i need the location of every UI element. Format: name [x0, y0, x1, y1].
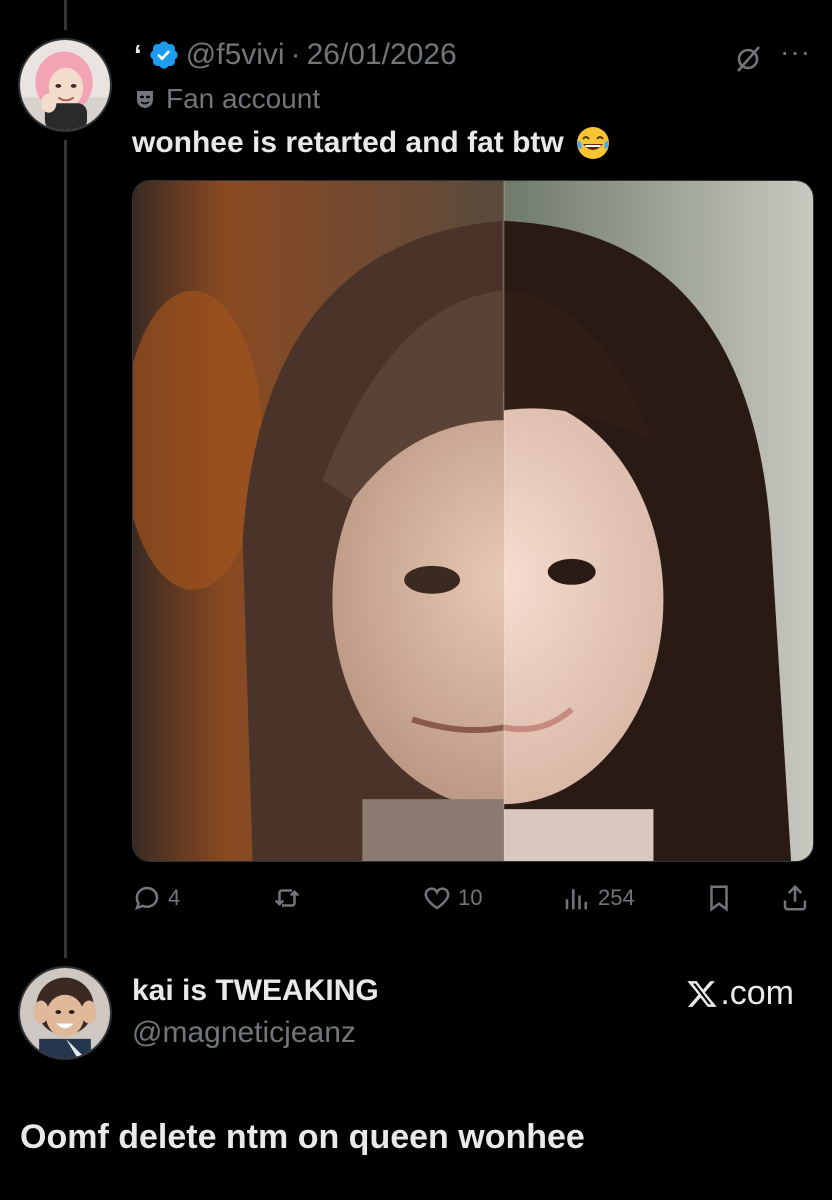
x-brand: .com [686, 974, 794, 1013]
avatar-image [20, 40, 110, 130]
tweet-body: wonhee is retarted and fat btw [132, 126, 564, 159]
author-name[interactable]: ‘ [134, 39, 142, 71]
bookmark-icon [710, 885, 728, 912]
views-icon [565, 889, 587, 910]
repost-icon [274, 889, 300, 907]
author-handle[interactable]: @f5vivi [186, 38, 285, 72]
x-brand-suffix: .com [720, 974, 794, 1012]
separator-dot: · [290, 38, 301, 71]
tweet-date[interactable]: 26/01/2026 [307, 38, 457, 72]
view-count: 254 [598, 885, 635, 910]
tweet-screenshot: ‘ @f5vivi · 26/01/2026 ··· Fan account w… [0, 0, 832, 1200]
thread-line [64, 140, 67, 958]
more-icon[interactable]: ··· [780, 38, 814, 70]
tweet-media-image[interactable] [132, 180, 814, 862]
share-button[interactable] [780, 878, 810, 918]
tweet-text: wonhee is retarted and fat btw [132, 122, 612, 164]
author-handle[interactable]: @magneticjeanz [132, 1016, 356, 1050]
reply-button[interactable]: 4 [132, 878, 180, 918]
tweet-body: Oomf delete ntm on queen wonhee [20, 1118, 585, 1156]
author-name[interactable]: kai is TWEAKING [132, 974, 379, 1008]
label-text: Fan account [166, 83, 321, 114]
x-logo-icon [686, 978, 718, 1010]
laughing-emoji-icon [574, 124, 612, 162]
avatar[interactable] [18, 38, 112, 132]
tweet-actions: 4 10 254 [132, 878, 814, 918]
like-button[interactable]: 10 [422, 878, 482, 918]
avatar-image [20, 968, 110, 1058]
heart-icon [424, 887, 450, 910]
like-count: 10 [458, 885, 483, 910]
share-icon [783, 884, 807, 911]
views-button[interactable]: 254 [562, 878, 635, 918]
tweet-header: ‘ @f5vivi · 26/01/2026 [134, 36, 457, 74]
grok-icon[interactable] [733, 44, 763, 74]
bookmark-button[interactable] [704, 878, 734, 918]
repost-button[interactable] [272, 878, 308, 918]
verified-badge-icon [148, 39, 180, 71]
thread-line-top [64, 0, 67, 30]
account-label: Fan account [134, 82, 320, 116]
reply-icon [134, 886, 159, 911]
reply-count: 4 [168, 885, 181, 910]
avatar[interactable] [18, 966, 112, 1060]
mask-icon [134, 88, 156, 110]
